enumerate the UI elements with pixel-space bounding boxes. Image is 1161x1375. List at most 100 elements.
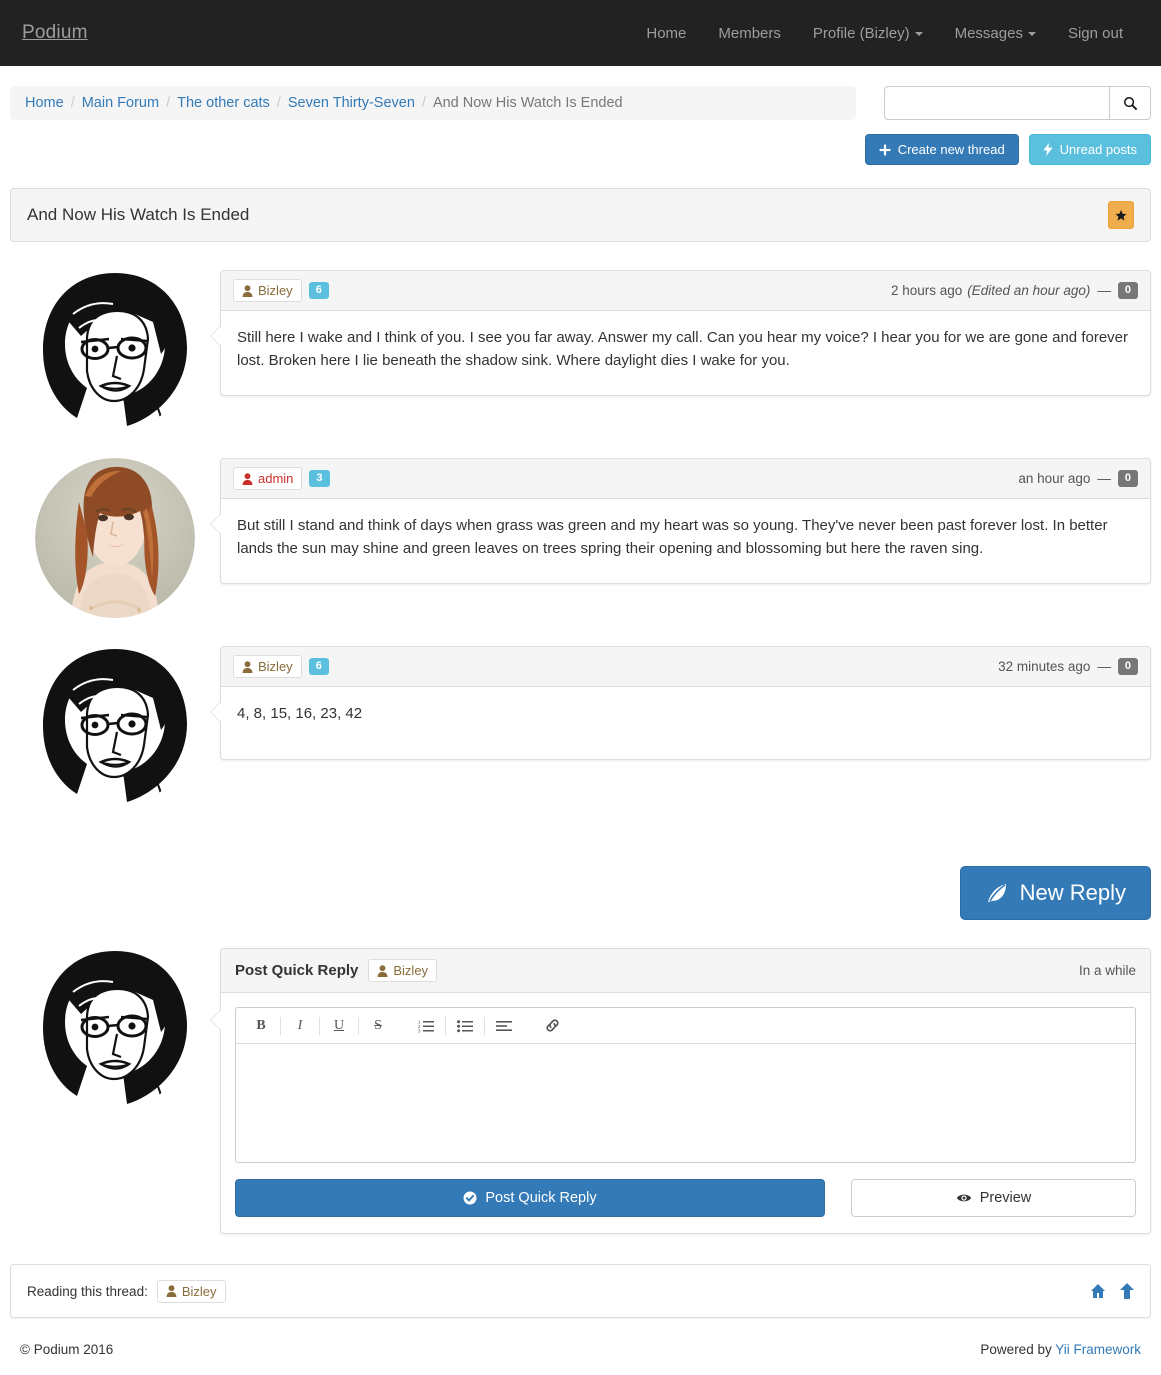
post-author-badge[interactable]: Bizley	[233, 655, 302, 678]
unread-posts-button[interactable]: Unread posts	[1028, 134, 1151, 165]
post-avatar-column	[10, 646, 220, 806]
post-avatar-column	[10, 458, 220, 618]
quick-reply-author-name: Bizley	[393, 963, 429, 978]
eye-icon	[956, 1194, 971, 1202]
breadcrumb-separator: /	[276, 95, 281, 111]
avatar[interactable]	[35, 646, 195, 806]
italic-button[interactable]: I	[285, 1013, 315, 1039]
post-meta-dash: —	[1097, 283, 1111, 298]
preview-button[interactable]: Preview	[851, 1179, 1136, 1217]
page-container: Home / Main Forum / The other cats / Seven Thi…	[0, 66, 1161, 1375]
quick-reply-header: Post Quick Reply Bizley In a while	[221, 949, 1150, 993]
subscribe-thread-button[interactable]	[1108, 201, 1134, 229]
brand-logo[interactable]: Podium	[22, 22, 88, 44]
reading-user-badge[interactable]: Bizley	[156, 1279, 226, 1303]
toolbar-divider	[280, 1016, 281, 1035]
new-reply-button[interactable]: New Reply	[959, 866, 1151, 920]
reading-this-thread-bar: Reading this thread: Bizley	[10, 1264, 1151, 1318]
nav-item-signout[interactable]: Sign out	[1052, 15, 1139, 52]
reading-user-name: Bizley	[181, 1283, 217, 1299]
unordered-list-button[interactable]	[450, 1013, 480, 1039]
post-body: Still here I wake and I think of you. I …	[210, 311, 1150, 395]
reply-textarea[interactable]	[236, 1044, 1135, 1162]
align-left-button[interactable]	[489, 1013, 519, 1039]
link-button[interactable]	[537, 1013, 567, 1039]
user-icon	[242, 472, 253, 485]
admin-avatar-image	[35, 458, 195, 618]
search-group	[884, 86, 1151, 120]
avatar[interactable]	[35, 270, 195, 430]
post-body: But still I stand and think of days when…	[210, 499, 1150, 583]
post-likes-badge: 0	[1117, 470, 1138, 487]
new-reply-row: New Reply	[10, 866, 1151, 920]
post-list: Bizley 6 2 hours ago (Edited an hour ago…	[10, 270, 1151, 806]
post-author-badge[interactable]: admin	[233, 467, 303, 490]
quick-reply-panel: Post Quick Reply Bizley In a while B I U…	[210, 948, 1151, 1234]
post-avatar-column	[10, 270, 220, 430]
nav-item-messages[interactable]: Messages	[939, 15, 1052, 52]
post-time: 2 hours ago	[890, 283, 963, 298]
chevron-down-icon	[914, 31, 923, 36]
breadcrumb-item-seven-thirty-seven[interactable]: Seven Thirty-Seven	[288, 95, 415, 111]
italic-icon: I	[297, 1017, 303, 1033]
thread-title-bar: And Now His Watch Is Ended	[10, 188, 1151, 242]
bolt-icon	[1043, 143, 1053, 156]
navbar-links: Home Members Profile (Bizley) Messages S…	[630, 15, 1139, 52]
bizley-avatar-image	[36, 949, 194, 1107]
quick-reply-avatar-column	[10, 948, 220, 1234]
rich-text-editor: B I U S 1 2 3	[235, 1007, 1136, 1163]
nav-item-messages-label: Messages	[954, 24, 1023, 42]
post-header: Bizley 6 32 minutes ago — 0	[221, 647, 1150, 687]
scroll-to-top-link[interactable]	[1120, 1283, 1134, 1299]
quick-reply-actions: Post Quick Reply Preview	[235, 1179, 1136, 1217]
post-author-count-badge: 3	[309, 470, 330, 487]
page-footer: © Podium 2016 Powered by Yii Framework	[10, 1318, 1151, 1375]
toolbar-divider	[523, 1017, 533, 1035]
nav-item-members[interactable]: Members	[702, 15, 797, 52]
post-box: admin 3 an hour ago — 0 But still I stan…	[210, 458, 1151, 584]
post-time: 32 minutes ago	[998, 659, 1091, 674]
post-content-column: admin 3 an hour ago — 0 But still I stan…	[210, 458, 1151, 618]
create-new-thread-button[interactable]: Create new thread	[864, 134, 1019, 165]
post-author-count-badge: 6	[308, 282, 329, 299]
quick-reply-author-badge[interactable]: Bizley	[368, 959, 438, 982]
bold-button[interactable]: B	[246, 1013, 276, 1039]
nav-item-profile[interactable]: Profile (Bizley)	[797, 15, 939, 52]
chevron-down-icon	[1027, 31, 1036, 36]
link-icon	[545, 1019, 559, 1032]
reading-bar-icons	[1090, 1283, 1134, 1299]
unordered-list-icon	[457, 1019, 473, 1032]
search-input[interactable]	[884, 86, 1109, 120]
quick-reply-row: Post Quick Reply Bizley In a while B I U…	[10, 948, 1151, 1234]
post-author-badge[interactable]: Bizley	[233, 279, 302, 302]
post-content-column: Bizley 6 2 hours ago (Edited an hour ago…	[210, 270, 1151, 430]
post-quick-reply-button[interactable]: Post Quick Reply	[235, 1179, 825, 1217]
nav-item-home[interactable]: Home	[630, 15, 702, 52]
strikethrough-button[interactable]: S	[363, 1013, 393, 1039]
toolbar-divider	[397, 1017, 407, 1035]
ordered-list-button[interactable]: 1 2 3	[411, 1013, 441, 1039]
go-home-link[interactable]	[1090, 1283, 1106, 1299]
thread-action-buttons: Create new thread Unread posts	[864, 134, 1151, 165]
yii-framework-link[interactable]: Yii Framework	[1055, 1342, 1141, 1357]
breadcrumb-item-the-other-cats[interactable]: The other cats	[177, 95, 270, 111]
post-meta-dash: —	[1097, 659, 1111, 674]
bizley-avatar-image	[36, 271, 194, 429]
search-button[interactable]	[1109, 86, 1151, 120]
top-navbar: Podium Home Members Profile (Bizley) Mes…	[0, 0, 1161, 66]
plus-icon	[879, 144, 891, 155]
post-item: Bizley 6 2 hours ago (Edited an hour ago…	[10, 270, 1151, 430]
avatar[interactable]	[35, 458, 195, 618]
user-icon	[242, 660, 253, 673]
breadcrumb-item-main-forum[interactable]: Main Forum	[82, 95, 159, 111]
breadcrumb-search-row: Home / Main Forum / The other cats / Seven Thi…	[10, 66, 1151, 165]
avatar[interactable]	[35, 948, 195, 1108]
post-meta: 2 hours ago (Edited an hour ago) — 0	[891, 282, 1138, 299]
post-meta: 32 minutes ago — 0	[998, 658, 1138, 675]
post-box: Bizley 6 2 hours ago (Edited an hour ago…	[210, 270, 1151, 396]
underline-button[interactable]: U	[324, 1013, 354, 1039]
post-item: Bizley 6 32 minutes ago — 0 4, 8, 15, 16…	[10, 646, 1151, 806]
home-icon	[1091, 1284, 1105, 1298]
breadcrumb-item-home[interactable]: Home	[25, 95, 64, 111]
post-body: 4, 8, 15, 16, 23, 42	[210, 687, 1150, 759]
